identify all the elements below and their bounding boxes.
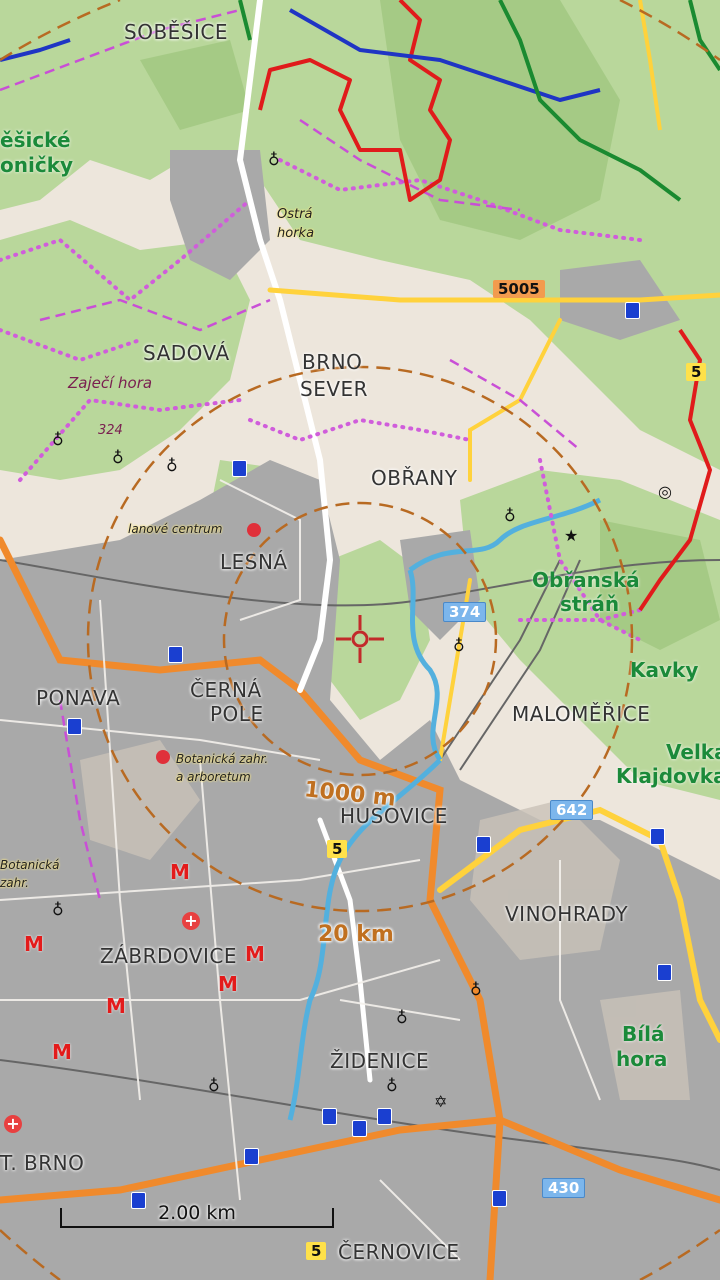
poi-botanicka-2: Botanická xyxy=(0,858,60,872)
star-icon: ★ xyxy=(564,526,579,545)
district-zidenice: ŽIDENICE xyxy=(330,1049,430,1073)
road-shield-5-c: 5 xyxy=(306,1242,327,1260)
bus-stop-icon[interactable] xyxy=(657,964,672,981)
poi-arboretum: a arboretum xyxy=(176,770,251,784)
tram-stop-icon[interactable]: M xyxy=(218,972,238,996)
scale-bar-line xyxy=(60,1226,334,1228)
bus-stop-icon[interactable] xyxy=(476,836,491,853)
scale-bar: 2.00 km xyxy=(60,1202,334,1232)
church-icon: ♁ xyxy=(208,1076,220,1095)
church-icon: ♁ xyxy=(52,900,64,919)
district-pole: POLE xyxy=(210,702,264,726)
green-stran: stráň xyxy=(560,592,620,616)
hill-horka: horka xyxy=(277,226,315,241)
district-t-brno: T. BRNO xyxy=(0,1151,85,1175)
hill-zajeci-hora: Zaječí hora xyxy=(68,374,153,392)
church-icon: ♁ xyxy=(268,150,280,169)
bus-stop-icon[interactable] xyxy=(492,1190,507,1207)
viewpoint-icon: ◎ xyxy=(658,482,672,501)
road-shield-430: 430 xyxy=(542,1178,586,1198)
green-velka: Velká xyxy=(666,740,720,764)
bus-stop-icon[interactable] xyxy=(625,302,640,319)
bus-stop-icon[interactable] xyxy=(352,1120,367,1137)
church-icon: ♁ xyxy=(52,430,64,449)
elevation-324: 324 xyxy=(98,423,123,438)
church-icon: ♁ xyxy=(396,1008,408,1027)
district-brno: BRNO xyxy=(302,350,363,374)
tram-stop-icon[interactable]: M xyxy=(170,860,190,884)
road-shield-374: 374 xyxy=(443,602,487,622)
bus-stop-icon[interactable] xyxy=(244,1148,259,1165)
hospital-icon[interactable]: + xyxy=(182,912,200,930)
green-hora: hora xyxy=(616,1047,668,1071)
church-icon: ♁ xyxy=(386,1076,398,1095)
district-lesna: LESNÁ xyxy=(220,550,288,574)
green-sobesicke-2: oničky xyxy=(0,153,74,177)
district-cerna: ČERNÁ xyxy=(190,678,262,702)
road-shield-5-b: 5 xyxy=(327,840,348,858)
district-ponava: PONAVA xyxy=(36,686,121,710)
road-shield-5005: 5005 xyxy=(493,280,545,298)
hill-ostra: Ostrá xyxy=(277,207,313,222)
tram-stop-icon[interactable]: M xyxy=(245,942,265,966)
church-icon: ♁ xyxy=(166,456,178,475)
bus-stop-icon[interactable] xyxy=(67,718,82,735)
church-icon: ♁ xyxy=(453,636,465,655)
green-klajdovka: Klajdovka xyxy=(616,764,720,788)
district-zabrdovice: ZÁBRDOVICE xyxy=(100,944,237,968)
poi-botanicka: Botanická zahr. xyxy=(176,752,269,766)
road-shield-5-a: 5 xyxy=(686,363,707,381)
tram-stop-icon[interactable]: M xyxy=(106,994,126,1018)
synagogue-icon: ✡ xyxy=(434,1092,448,1111)
map-view[interactable]: SOBĚŠICE SADOVÁ BRNO SEVER OBŘANY LESNÁ … xyxy=(0,0,720,1280)
bus-stop-icon[interactable] xyxy=(650,828,665,845)
bus-stop-icon[interactable] xyxy=(377,1108,392,1125)
tram-stop-icon[interactable]: M xyxy=(52,1040,72,1064)
district-malomerice: MALOMĚŘICE xyxy=(512,702,651,726)
map-canvas xyxy=(0,0,720,1280)
green-bila: Bílá xyxy=(622,1022,665,1046)
bus-stop-icon[interactable] xyxy=(232,460,247,477)
poi-lanove-centrum: lanové centrum xyxy=(128,522,223,536)
hospital-icon[interactable]: + xyxy=(4,1115,22,1133)
green-obranska: Obřanská xyxy=(532,568,640,592)
district-cernovice: ČERNOVICE xyxy=(338,1240,460,1264)
road-shield-642: 642 xyxy=(550,800,594,820)
poi-zahr-2: zahr. xyxy=(0,876,29,890)
church-icon: ♁ xyxy=(112,448,124,467)
church-icon: ♁ xyxy=(504,506,516,525)
district-sobesice: SOBĚŠICE xyxy=(124,20,228,44)
green-sobesicke: ěšické xyxy=(0,128,71,152)
bus-stop-icon[interactable] xyxy=(322,1108,337,1125)
green-kavky: Kavky xyxy=(630,658,699,682)
range-label-outer: 20 km xyxy=(318,922,394,947)
district-sever: SEVER xyxy=(300,377,369,401)
district-sadova: SADOVÁ xyxy=(143,341,230,365)
church-icon: ♁ xyxy=(470,980,482,999)
bus-stop-icon[interactable] xyxy=(168,646,183,663)
scale-bar-label: 2.00 km xyxy=(158,1202,236,1224)
tram-stop-icon[interactable]: M xyxy=(24,932,44,956)
district-obrany: OBŘANY xyxy=(371,466,458,490)
district-vinohrady: VINOHRADY xyxy=(505,902,629,926)
